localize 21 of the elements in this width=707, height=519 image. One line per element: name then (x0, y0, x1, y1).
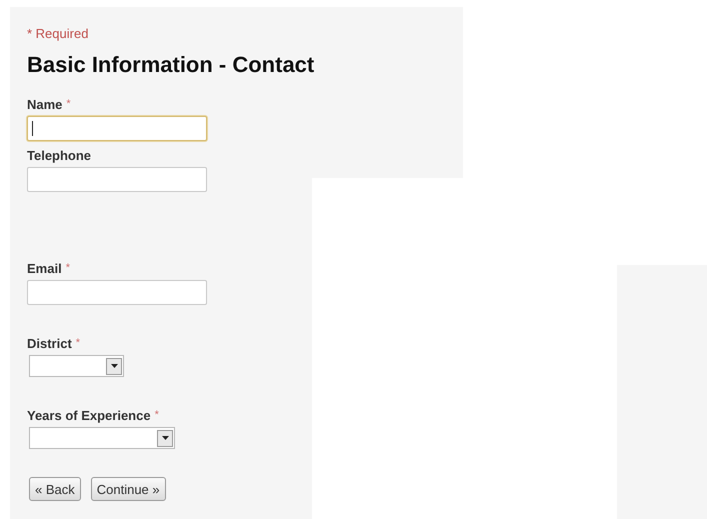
input-field[interactable] (27, 116, 207, 141)
continue-button[interactable]: Continue » (90, 477, 166, 501)
field-label: Name (27, 96, 62, 112)
field-label: Email (27, 260, 62, 276)
dropdown-field[interactable] (29, 355, 124, 377)
required-mark: * (76, 337, 80, 349)
form-heading: Basic Information - Contact (27, 52, 316, 78)
input-field[interactable] (27, 167, 207, 192)
caret-icon[interactable] (106, 358, 122, 374)
required-mark: * (66, 262, 70, 274)
field-label: District (27, 336, 72, 350)
back-button[interactable]: « Back (29, 477, 81, 501)
required-mark: * (154, 409, 159, 421)
dropdown-field[interactable] (29, 427, 175, 449)
field-label: Years of Experience (27, 408, 151, 422)
required-mark: * (66, 98, 71, 110)
field-label: Telephone (27, 148, 92, 162)
input-field[interactable] (27, 280, 207, 305)
text-cursor (32, 121, 33, 136)
caret-icon[interactable] (157, 430, 173, 446)
required-note: * Required (27, 26, 90, 42)
